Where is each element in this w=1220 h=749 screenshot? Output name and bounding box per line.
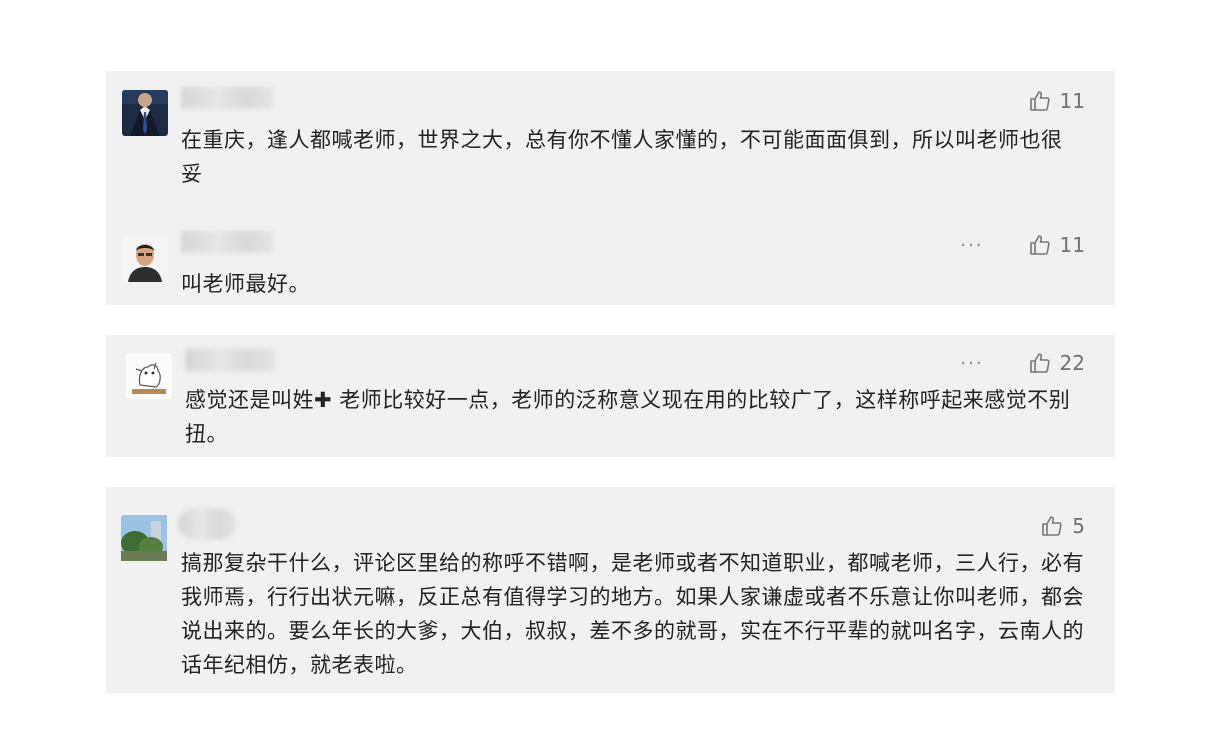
more-options-button[interactable]: ···	[960, 353, 983, 374]
like-area: 5	[1040, 514, 1085, 538]
more-options-button[interactable]: ···	[960, 235, 983, 256]
like-count: 11	[1059, 233, 1085, 257]
like-button[interactable]: 11	[1028, 233, 1085, 257]
thumbs-up-icon	[1029, 353, 1050, 373]
comment-card-2: ··· 22 感觉还是叫姓✚ 老师比较好一点，老师的泛称意义现在用的比较广了，这…	[106, 335, 1115, 457]
username-blurred[interactable]	[181, 231, 273, 253]
comment-card-1: 11 在重庆，逢人都喊老师，世界之大，总有你不懂人家懂的，不可能面面俱到，所以叫…	[106, 71, 1115, 305]
username-blurred[interactable]	[181, 87, 273, 109]
thumbs-up-icon	[1029, 91, 1050, 111]
comment-text: 搞那复杂干什么，评论区里给的称呼不错啊，是老师或者不知道职业，都喊老师，三人行，…	[181, 551, 1084, 677]
like-button[interactable]: 5	[1040, 514, 1085, 538]
thumbs-up-icon	[1029, 235, 1050, 255]
portrait-avatar[interactable]	[122, 236, 168, 282]
cartoon-avatar[interactable]	[126, 353, 172, 399]
reply-text: 叫老师最好。	[181, 272, 310, 296]
like-count: 11	[1059, 89, 1085, 113]
like-area: ··· 22	[960, 351, 1085, 375]
like-button[interactable]: 22	[1028, 351, 1085, 375]
comment-text: 在重庆，逢人都喊老师，世界之大，总有你不懂人家懂的，不可能面面俱到，所以叫老师也…	[181, 128, 1063, 186]
comment-text: 感觉还是叫姓✚ 老师比较好一点，老师的泛称意义现在用的比较广了，这样称呼起来感觉…	[185, 388, 1071, 446]
username-blurred[interactable]	[185, 349, 275, 371]
like-area: 11	[1028, 89, 1085, 113]
thumbs-up-icon	[1042, 516, 1062, 536]
landscape-avatar[interactable]	[121, 515, 169, 563]
username-blurred[interactable]	[178, 509, 236, 539]
like-area: ··· 11	[960, 233, 1085, 257]
like-count: 5	[1072, 514, 1085, 538]
like-count: 22	[1059, 351, 1085, 375]
suit-man-avatar[interactable]	[122, 90, 168, 136]
like-button[interactable]: 11	[1028, 89, 1085, 113]
comment-card-3: 5 搞那复杂干什么，评论区里给的称呼不错啊，是老师或者不知道职业，都喊老师，三人…	[106, 487, 1115, 693]
